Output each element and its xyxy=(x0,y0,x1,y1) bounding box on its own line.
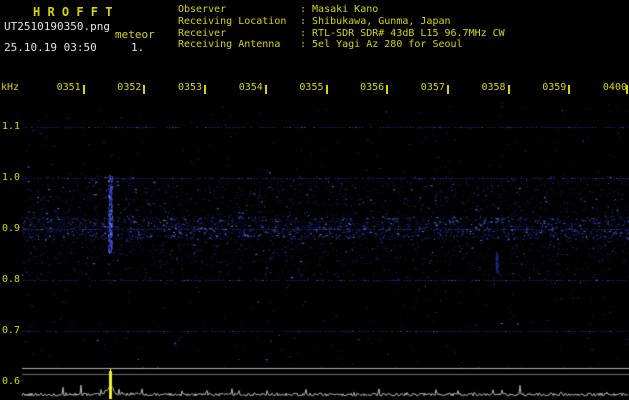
time-tick-mark xyxy=(82,85,85,94)
info-label: Observer xyxy=(178,4,227,15)
station-info-block: Observer : Masaki Kano Receiving Location:… xyxy=(178,4,505,51)
hrofft-output-image: H R O F F T UT2510190350.png meteor 25.1… xyxy=(0,0,629,400)
time-tick-mark xyxy=(446,85,449,94)
observation-datetime: 25.10.19 03:50 xyxy=(4,41,97,54)
frequency-tick-label: 0.7 xyxy=(2,325,21,336)
output-filename: UT2510190350.png xyxy=(4,20,110,33)
time-tick-label: 0358 xyxy=(481,82,506,93)
time-tick-label: 0355 xyxy=(299,82,324,93)
time-tick-label: 0357 xyxy=(420,82,445,93)
info-value: : Shibukawa, Gunma, Japan xyxy=(300,15,451,27)
station-info-row: Receiving Location : Shibukawa, Gunma, Ja… xyxy=(178,16,505,28)
time-tick-mark xyxy=(568,85,571,94)
info-label: Receiving Location xyxy=(178,15,287,27)
time-tick-label: 0400 xyxy=(602,82,627,93)
observation-mode-label: meteor xyxy=(115,28,155,41)
frequency-tick-label: 0.6 xyxy=(2,376,21,387)
time-tick-mark xyxy=(204,85,207,94)
station-info-row: Receiver : RTL-SDR SDR# 43dB L15 96.7MHz … xyxy=(178,28,505,40)
echo-count: 1. xyxy=(131,41,145,54)
frequency-tick-label: 0.8 xyxy=(2,274,21,285)
info-label: Receiving Antenna xyxy=(178,39,281,51)
time-tick-label: 0352 xyxy=(117,82,142,93)
time-tick-label: 0354 xyxy=(238,82,263,93)
station-info-row: Receiving Antenna : 5el Yagi Az 280 for S… xyxy=(178,39,505,51)
app-title: H R O F F T xyxy=(33,5,113,19)
time-tick-mark xyxy=(264,85,267,94)
time-tick-label: 0351 xyxy=(56,82,81,93)
station-info-row: Observer : Masaki Kano xyxy=(178,4,505,16)
time-tick-label: 0359 xyxy=(542,82,567,93)
time-tick-mark xyxy=(325,85,328,94)
info-value: : 5el Yagi Az 280 for Seoul xyxy=(300,39,463,51)
time-tick-mark xyxy=(626,85,628,94)
frequency-tick-label: 1.0 xyxy=(2,172,21,183)
info-label: Receiver xyxy=(178,27,227,39)
frequency-tick-label: 1.1 xyxy=(2,121,21,132)
time-tick-label: 0356 xyxy=(360,82,385,93)
frequency-unit-label: kHz xyxy=(1,82,20,93)
frequency-tick-label: 0.9 xyxy=(2,223,21,234)
time-tick-mark xyxy=(386,85,389,94)
spectrogram-canvas xyxy=(0,0,629,400)
info-value: : Masaki Kano xyxy=(300,4,379,15)
info-value: : RTL-SDR SDR# 43dB L15 96.7MHz CW xyxy=(300,27,505,39)
time-tick-mark xyxy=(507,85,510,94)
time-tick-label: 0353 xyxy=(178,82,203,93)
time-tick-mark xyxy=(143,85,146,94)
